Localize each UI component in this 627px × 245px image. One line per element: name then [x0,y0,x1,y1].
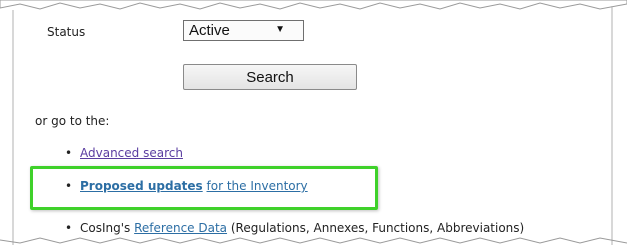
goto-text: or go to the: [35,114,110,128]
cosing-prefix: CosIng's [80,221,131,235]
highlight-box [30,166,378,210]
reference-data-link[interactable]: Reference Data [134,221,227,235]
bullet-icon: • [65,146,73,160]
bullet-icon: • [65,221,73,235]
list-item-advanced: Advanced search [80,146,183,160]
status-label: Status [47,25,86,39]
status-select[interactable]: Active ▼ [183,20,304,41]
search-button[interactable]: Search [183,64,357,90]
dropdown-arrow-icon: ▼ [275,24,285,35]
reference-suffix: (Regulations, Annexes, Functions, Abbrev… [230,221,525,235]
list-item-reference: CosIng's Reference Data (Regulations, An… [80,221,524,235]
search-panel: Status Active ▼ Search or go to the: • A… [0,0,627,245]
advanced-search-link[interactable]: Advanced search [80,146,183,160]
status-selected-value: Active [189,22,230,39]
